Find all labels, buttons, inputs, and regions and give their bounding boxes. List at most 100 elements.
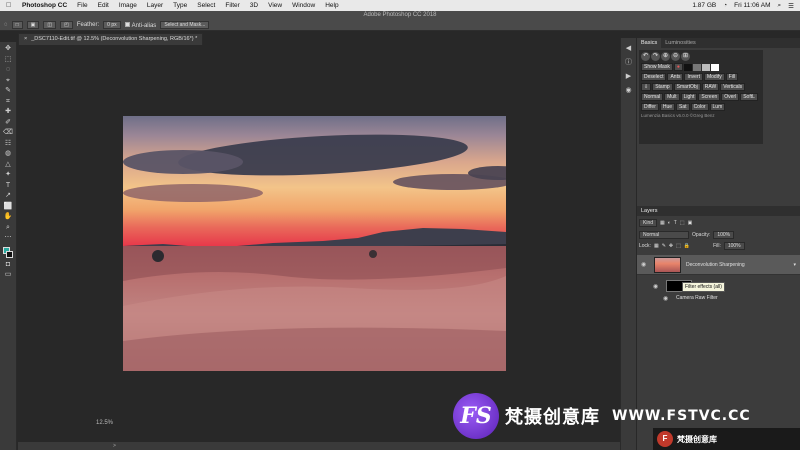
layers-panel-title[interactable]: Layers [637,206,800,216]
crop-tool-icon[interactable]: ⌗ [2,97,14,108]
kind-filter-select[interactable]: Kind [639,219,658,227]
search-icon[interactable]: ⌕ [778,2,782,10]
wifi-icon[interactable]: ◔ [723,2,727,9]
lum-button[interactable]: Lum [709,103,726,111]
record-icon[interactable]: ◉ [624,86,634,96]
feather-input[interactable]: 0 px [103,21,121,29]
subtract-selection-icon[interactable]: ◫ [43,21,57,29]
verticals-button[interactable]: Verticals [720,83,746,91]
stamp-button[interactable]: Stamp [652,83,673,91]
list-icon[interactable]: ☰ [788,2,794,10]
select-and-mask-button[interactable]: Select and Mask... [160,21,210,29]
lock-pixels-icon[interactable]: ▦ [654,243,659,249]
invert-button[interactable]: Invert [684,73,703,81]
antialias-check-icon[interactable] [124,21,130,27]
menu-3d[interactable]: 3D [250,2,258,9]
lock-move-icon[interactable]: ✥ [669,243,673,249]
mult-button[interactable]: Mult [664,93,680,101]
move-tool-icon[interactable]: ✥ [2,44,14,55]
menu-help[interactable]: Help [325,2,338,9]
white-swatch[interactable] [710,63,719,71]
menu-image[interactable]: Image [119,2,137,9]
menu-app[interactable]: Photoshop CC [22,2,67,9]
blur-tool-icon[interactable]: ◍ [2,149,14,160]
eraser-tool-icon[interactable]: ⌫ [2,128,14,139]
pixel-filter-icon[interactable]: ▦ [660,220,665,226]
zoom-in-icon[interactable]: ⊕ [661,52,670,61]
lock-paint-icon[interactable]: ✎ [662,243,666,249]
zoom-tool-icon[interactable]: ⌕ [2,223,14,234]
normal-button[interactable]: Normal [641,93,664,101]
menu-window[interactable]: Window [292,2,315,9]
layer-name[interactable]: Deconvolution Sharpening [686,262,745,268]
adjust-filter-icon[interactable]: ◐ [668,220,671,226]
intersect-selection-icon[interactable]: ◰ [60,21,73,29]
eyedropper-tool-icon[interactable]: ✎ [2,86,14,97]
quick-select-tool-icon[interactable]: ⌖ [2,76,14,87]
screen-mode-icon[interactable]: ▭ [2,270,14,281]
redo-icon[interactable]: ↷ [651,52,660,61]
antialias-checkbox[interactable]: Anti-alias [124,21,156,29]
deselect-button[interactable]: Deselect [641,73,667,81]
ants-button[interactable]: Ants [667,73,684,81]
blend-mode-select[interactable]: Normal [639,231,689,239]
hue-button[interactable]: Hue [659,103,676,111]
light-button[interactable]: Light [680,93,698,101]
eye-icon[interactable]: ◉ [663,295,671,302]
color-swatches[interactable] [2,246,14,260]
menu-select[interactable]: Select [197,2,215,9]
menu-file[interactable]: File [77,2,87,9]
tab-luminosities[interactable]: Luminosities [661,38,700,48]
layer-thumbnail[interactable] [654,256,681,273]
apple-icon[interactable]:  [6,2,12,9]
brush-tool-icon[interactable]: ✐ [2,118,14,129]
layer-row[interactable]: ◉ Camera Raw Filter [637,292,800,304]
document-image[interactable] [123,116,506,371]
color-button[interactable]: Color [690,103,709,111]
fill-button[interactable]: Fill [725,73,739,81]
close-icon[interactable]: × [24,36,27,43]
type-tool-icon[interactable]: T [2,181,14,192]
more-tools-icon[interactable]: ⋯ [2,233,14,244]
layer-row[interactable]: ◉ Deconvolution Sharpening ▾ [637,255,800,275]
fit-icon[interactable]: ⊞ [681,52,690,61]
undo-icon[interactable]: ↶ [641,52,650,61]
smartobj-button[interactable]: SmartObj [673,83,701,91]
menu-filter[interactable]: Filter [225,2,239,9]
eye-icon[interactable]: ◉ [653,283,661,290]
tab-basics[interactable]: Basics [637,38,662,48]
add-selection-icon[interactable]: ▣ [26,21,40,29]
shape-tool-icon[interactable]: ⬜ [2,202,14,213]
lasso-tool-icon[interactable]: ◌ [4,22,8,28]
pen-tool-icon[interactable]: ✦ [2,170,14,181]
softl-button[interactable]: SoftL [740,93,758,101]
differ-button[interactable]: Differ [641,103,659,111]
fill-input[interactable]: 100% [723,242,745,250]
zoom-out-icon[interactable]: ⊖ [671,52,680,61]
raw-button[interactable]: RAW [701,83,720,91]
canvas-area[interactable] [18,45,620,442]
type-filter-icon[interactable]: T [674,220,677,226]
menu-layer[interactable]: Layer [147,2,163,9]
status-arrow[interactable]: > [113,443,116,449]
lasso-tool-icon[interactable]: ◌ [2,65,14,76]
screen-button[interactable]: Screen [698,93,721,101]
quick-mask-icon[interactable]: ◘ [2,260,14,271]
marquee-tool-icon[interactable]: ⬚ [2,55,14,66]
background-color-swatch[interactable] [6,250,13,258]
play-icon[interactable]: ▶ [624,72,634,82]
light-gray-swatch[interactable] [701,63,710,71]
lock-all-icon[interactable]: 🔒 [684,243,690,249]
shape-filter-icon[interactable]: ⬚ [680,220,685,226]
dodge-tool-icon[interactable]: △ [2,160,14,171]
lock-artboard-icon[interactable]: ⬚ [676,243,681,249]
modify-button[interactable]: Modify [703,73,725,81]
eye-icon[interactable]: ◉ [641,261,649,268]
clock[interactable]: Fri 11:06 AM [734,2,770,9]
menu-view[interactable]: View [268,2,282,9]
smart-filter-icon[interactable]: ▣ [688,220,693,226]
show-mask-button[interactable]: Show Mask [641,63,673,71]
new-selection-icon[interactable]: □ [11,21,23,29]
document-tab[interactable]: × _DSC7110-Edit.tif @ 12.5% (Deconvoluti… [18,33,204,45]
gray-swatch[interactable] [692,63,701,71]
